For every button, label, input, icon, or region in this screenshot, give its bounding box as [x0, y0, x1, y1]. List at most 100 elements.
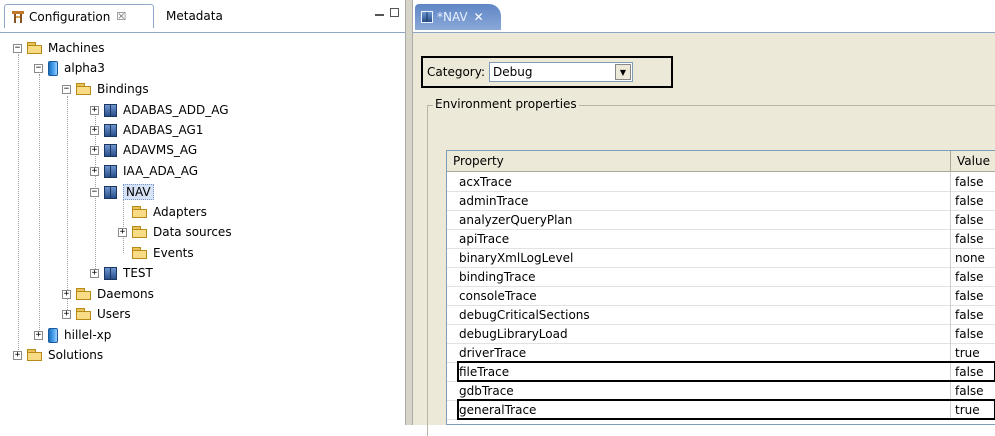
panel-splitter[interactable]	[405, 0, 413, 425]
value-cell[interactable]: none	[952, 248, 995, 267]
tree-node-label: IAA_ADA_AG	[123, 164, 199, 178]
property-cell: fileTrace	[447, 362, 951, 381]
table-row[interactable]: driverTrace true	[447, 343, 995, 363]
property-cell: bindingTrace	[447, 267, 951, 286]
close-icon[interactable]: ✕	[474, 10, 484, 24]
tree-node-label: Daemons	[97, 287, 154, 301]
table-row[interactable]: acxTrace false	[447, 172, 995, 192]
collapse-icon[interactable]: −	[90, 187, 99, 197]
properties-table: Property Value acxTrace false adminTrace…	[446, 150, 995, 425]
table-row[interactable]: consoleTrace false	[447, 286, 995, 306]
binding-icon	[104, 123, 117, 137]
value-cell[interactable]: false	[952, 362, 995, 381]
tab-nav[interactable]: *NAV ✕	[415, 4, 501, 30]
tree-node-adabas-ag1[interactable]: + ADABAS_AG1	[90, 120, 203, 140]
tree-node-label: Adapters	[153, 205, 207, 219]
value-cell[interactable]: false	[952, 172, 995, 191]
tree-node-data-sources[interactable]: + Data sources	[118, 222, 232, 242]
collapse-icon[interactable]: −	[13, 43, 22, 53]
expand-icon[interactable]: +	[62, 309, 71, 319]
folder-icon	[76, 288, 92, 300]
property-cell: apiTrace	[447, 229, 951, 248]
value-cell[interactable]: true	[952, 400, 995, 419]
tree-node-test[interactable]: + TEST	[90, 263, 153, 283]
table-row[interactable]: generalTrace true	[447, 400, 995, 420]
tree-node-label: Machines	[48, 41, 105, 55]
configuration-view: Configuration ☒ Metadata − Machines − al…	[0, 0, 405, 425]
tree-node-label: Solutions	[48, 348, 104, 362]
tree-node-adabas-add-ag[interactable]: + ADABAS_ADD_AG	[90, 100, 229, 120]
table-row[interactable]: apiTrace false	[447, 229, 995, 249]
tab-close-icon[interactable]: ☒	[116, 10, 126, 23]
folder-icon	[132, 206, 148, 218]
tree-node-label: Bindings	[97, 82, 149, 96]
tree-node-adapters[interactable]: Adapters	[118, 202, 207, 222]
collapse-icon[interactable]: −	[62, 84, 71, 94]
value-cell[interactable]: false	[952, 229, 995, 248]
table-row[interactable]: adminTrace false	[447, 191, 995, 211]
tree-node-hillel-xp[interactable]: + hillel-xp	[34, 325, 111, 345]
tree-node-iaa-ada-ag[interactable]: + IAA_ADA_AG	[90, 161, 198, 181]
tree-node-nav[interactable]: − NAV	[90, 182, 154, 202]
folder-icon	[27, 42, 43, 54]
category-label: Category:	[427, 65, 485, 79]
tab-configuration[interactable]: Configuration ☒	[4, 4, 154, 28]
value-cell[interactable]: false	[952, 305, 995, 324]
tree-node-daemons[interactable]: + Daemons	[62, 284, 154, 304]
property-cell: analyzerQueryPlan	[447, 210, 951, 229]
tab-configuration-label: Configuration	[29, 9, 111, 24]
folder-icon	[132, 226, 148, 238]
property-cell: binaryXmlLogLevel	[447, 248, 951, 267]
machine-icon	[48, 327, 58, 343]
value-cell[interactable]: false	[952, 381, 995, 400]
expand-icon[interactable]: +	[90, 105, 99, 115]
expand-icon[interactable]: +	[62, 289, 71, 299]
category-selector: Category: Debug ▼	[421, 56, 673, 88]
value-cell[interactable]: false	[952, 324, 995, 343]
dropdown-arrow-icon[interactable]: ▼	[614, 64, 631, 80]
table-row[interactable]: binaryXmlLogLevel none	[447, 248, 995, 268]
binding-icon	[104, 164, 117, 178]
value-cell[interactable]: false	[952, 286, 995, 305]
view-controls	[375, 8, 399, 17]
expand-icon[interactable]: +	[90, 125, 99, 135]
tab-metadata[interactable]: Metadata	[160, 4, 236, 28]
tree-node-adavms-ag[interactable]: + ADAVMS_AG	[90, 140, 197, 160]
tree-node-label: ADABAS_ADD_AG	[123, 103, 229, 117]
column-header-property[interactable]: Property	[447, 151, 951, 171]
expand-icon[interactable]: +	[90, 268, 99, 278]
expand-icon[interactable]: +	[34, 330, 43, 340]
tree-node-machines[interactable]: − Machines	[13, 38, 104, 58]
tree-node-events[interactable]: Events	[118, 243, 194, 263]
tree-node-solutions[interactable]: + Solutions	[13, 345, 103, 365]
table-row[interactable]: debugLibraryLoad false	[447, 324, 995, 344]
value-cell[interactable]: false	[952, 267, 995, 286]
maximize-icon[interactable]	[390, 8, 399, 17]
tree-node-users[interactable]: + Users	[62, 304, 131, 324]
property-cell: debugLibraryLoad	[447, 324, 951, 343]
tree-node-label: Data sources	[153, 225, 232, 239]
collapse-icon[interactable]: −	[34, 63, 43, 73]
expand-icon[interactable]: +	[13, 350, 22, 360]
category-dropdown[interactable]: Debug ▼	[488, 62, 633, 82]
value-cell[interactable]: false	[952, 210, 995, 229]
table-row[interactable]: analyzerQueryPlan false	[447, 210, 995, 230]
value-cell[interactable]: true	[952, 343, 995, 362]
expand-icon[interactable]: +	[90, 145, 99, 155]
table-row[interactable]: gdbTrace false	[447, 381, 995, 401]
value-cell[interactable]: false	[952, 191, 995, 210]
minimize-icon[interactable]	[375, 12, 384, 16]
table-row[interactable]: debugCriticalSections false	[447, 305, 995, 325]
tree-node-alpha3[interactable]: − alpha3	[34, 58, 105, 78]
table-row[interactable]: bindingTrace false	[447, 267, 995, 287]
editor-tab-bar: *NAV ✕	[413, 0, 995, 33]
table-header: Property Value	[447, 151, 995, 172]
table-row[interactable]: fileTrace false	[447, 362, 995, 382]
tree-node-bindings[interactable]: − Bindings	[62, 79, 149, 99]
expand-icon[interactable]: +	[90, 166, 99, 176]
tree-connector	[39, 74, 40, 334]
nav-editor: *NAV ✕ Category: Debug ▼ Environment pro…	[413, 0, 995, 436]
tree-node-label: NAV	[123, 184, 154, 200]
expand-icon[interactable]: +	[118, 227, 127, 237]
column-header-value[interactable]: Value	[951, 151, 995, 171]
